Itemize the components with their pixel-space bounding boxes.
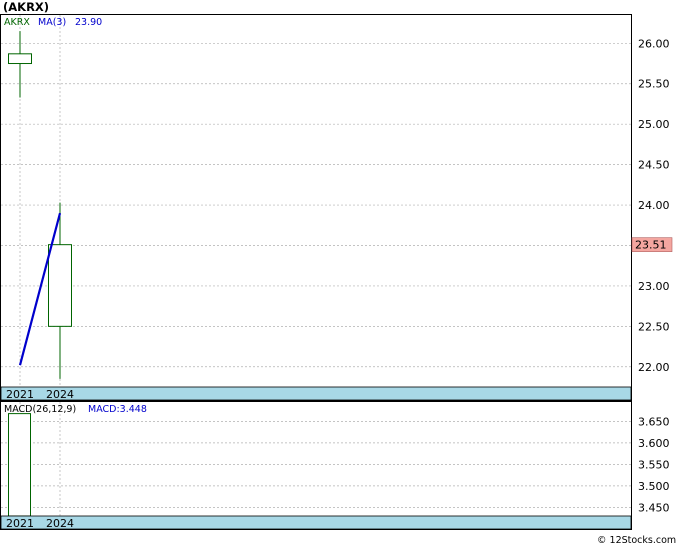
price-tag: 23.51 bbox=[631, 237, 673, 252]
price-y-tick-label: 23.00 bbox=[638, 280, 670, 293]
macd-x-tick-label: 2024 bbox=[46, 517, 74, 530]
macd-date-band bbox=[0, 515, 632, 530]
macd-legend: MACD(26,12,9) MACD:3.448 bbox=[4, 404, 147, 415]
macd-bars bbox=[8, 413, 31, 517]
price-y-tick-label: 22.00 bbox=[638, 361, 670, 374]
price-y-tick-label: 22.50 bbox=[638, 320, 670, 333]
last-price-value: 23.51 bbox=[635, 239, 667, 252]
macd-legend-label: MACD(26,12,9) bbox=[4, 404, 76, 415]
macd-y-tick-label: 3.600 bbox=[638, 437, 670, 450]
macd-legend-value: MACD:3.448 bbox=[88, 404, 147, 415]
macd-panel: 2021 2024 3.450 3.500 3.550 3.600 3.650 MACD(… bbox=[0, 401, 670, 530]
price-y-tick-label: 24.00 bbox=[638, 199, 670, 212]
price-panel-frame bbox=[0, 14, 632, 401]
price-x-tick-label: 2024 bbox=[46, 388, 74, 401]
macd-y-tick-label: 3.550 bbox=[638, 458, 670, 471]
price-y-tick-label: 25.00 bbox=[638, 118, 670, 131]
price-x-grid bbox=[19, 15, 61, 387]
price-y-tick-label: 26.00 bbox=[638, 37, 670, 50]
legend-ticker: AKRX bbox=[4, 17, 30, 28]
legend-ma-label: MA(3) bbox=[38, 17, 66, 28]
candle-body bbox=[8, 53, 32, 65]
macd-panel-frame bbox=[0, 401, 632, 530]
chart-title: (AKRX) bbox=[3, 0, 49, 14]
legend-ma-value: 23.90 bbox=[75, 17, 102, 28]
price-date-band bbox=[0, 386, 632, 401]
price-y-tick-label: 25.50 bbox=[638, 78, 670, 91]
macd-bar bbox=[8, 413, 31, 517]
macd-x-tick-label: 2021 bbox=[6, 517, 34, 530]
price-y-tick-label: 24.50 bbox=[638, 159, 670, 172]
price-panel: 20212024 22.0022.5023.0023.5024.0024.502… bbox=[0, 14, 673, 401]
macd-grid bbox=[1, 421, 631, 508]
price-x-tick-label: 2021 bbox=[6, 388, 34, 401]
macd-y-tick-label: 3.450 bbox=[638, 501, 670, 514]
candle-body bbox=[48, 244, 72, 327]
credit: © 12Stocks.com bbox=[597, 535, 676, 546]
macd-y-tick-label: 3.650 bbox=[638, 415, 670, 428]
price-legend: AKRX MA(3) 23.90 bbox=[4, 17, 102, 28]
price-y-tick-labels: 22.0022.5023.0023.5024.0024.5025.0025.50… bbox=[638, 37, 670, 373]
macd-y-tick-labels: 3.450 3.500 3.550 3.600 3.650 bbox=[638, 415, 670, 514]
price-grid bbox=[1, 42, 631, 368]
macd-y-tick-label: 3.500 bbox=[638, 480, 670, 493]
stock-chart: 20212024 22.0022.5023.0023.5024.0024.502… bbox=[0, 0, 676, 546]
